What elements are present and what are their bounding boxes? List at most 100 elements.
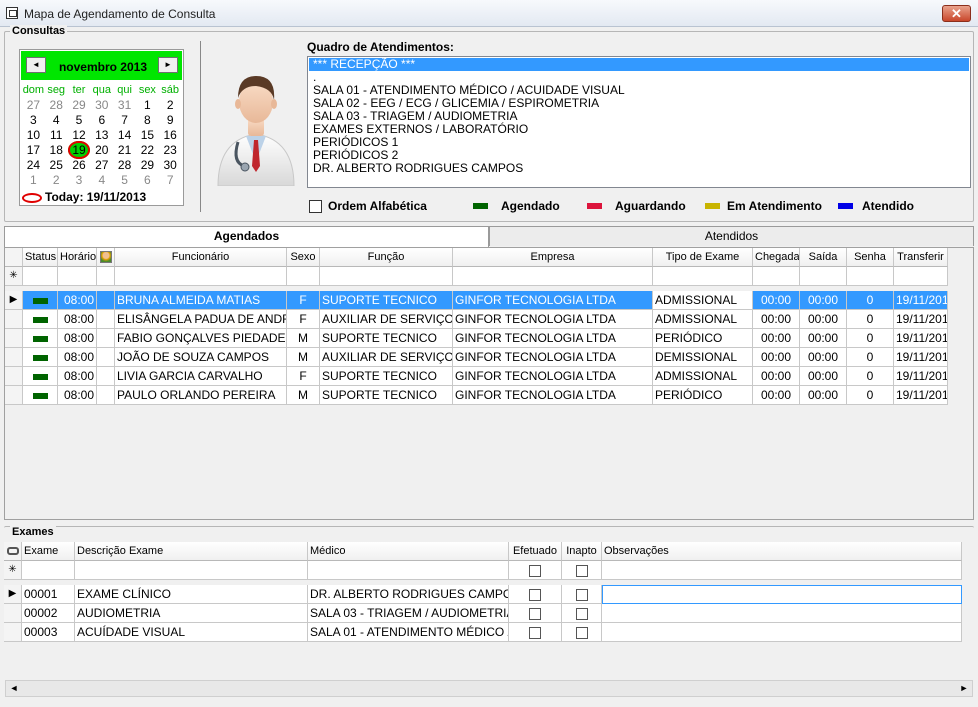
column-header-saida[interactable]: Saída xyxy=(800,248,847,267)
cell-tipo[interactable]: PERIÓDICO xyxy=(653,329,753,348)
column-header-efetuado[interactable]: Efetuado xyxy=(509,542,562,561)
cell-saida[interactable]: 00:00 xyxy=(800,367,847,386)
calendar-day[interactable]: 28 xyxy=(113,158,136,173)
column-header-inapto[interactable]: Inapto xyxy=(562,542,602,561)
calendar-day[interactable]: 4 xyxy=(90,173,113,188)
cell-chegada[interactable]: 00:00 xyxy=(753,367,800,386)
cell-horario[interactable]: 08:00 xyxy=(58,386,97,405)
new-row-cell[interactable] xyxy=(847,267,894,286)
calendar-day[interactable]: 31 xyxy=(113,98,136,113)
calendar-day[interactable]: 27 xyxy=(22,98,45,113)
cell-transferir[interactable]: 19/11/2013 xyxy=(894,386,948,405)
new-row-cell[interactable] xyxy=(453,267,653,286)
quadro-list-item[interactable]: PERIÓDICOS 1 xyxy=(309,136,969,149)
column-header-exame[interactable]: Exame xyxy=(22,542,75,561)
cell-funcionario[interactable]: LIVIA GARCIA CARVALHO xyxy=(115,367,287,386)
new-row-cell[interactable] xyxy=(97,267,115,286)
calendar-day[interactable]: 8 xyxy=(136,113,159,128)
binoculars-icon[interactable] xyxy=(4,542,22,561)
cell-saida[interactable]: 00:00 xyxy=(800,348,847,367)
cell-chegada[interactable]: 00:00 xyxy=(753,310,800,329)
cell-photo[interactable] xyxy=(97,367,115,386)
prev-month-button[interactable]: ◄ xyxy=(26,57,46,73)
cell-efetuado[interactable] xyxy=(509,623,562,642)
new-row-cell[interactable] xyxy=(75,561,308,580)
calendar-day[interactable]: 10 xyxy=(22,128,45,143)
cell-funcionario[interactable]: FABIO GONÇALVES PIEDADE xyxy=(115,329,287,348)
cell-photo[interactable] xyxy=(97,329,115,348)
calendar-day[interactable]: 16 xyxy=(159,128,182,143)
cell-efetuado[interactable] xyxy=(509,604,562,623)
cell-chegada[interactable]: 00:00 xyxy=(753,348,800,367)
cell-photo[interactable] xyxy=(97,348,115,367)
cell-sexo[interactable]: F xyxy=(287,310,320,329)
quadro-list-item[interactable]: EXAMES EXTERNOS / LABORATÓRIO xyxy=(309,123,969,136)
calendar-day[interactable]: 17 xyxy=(22,143,45,158)
calendar-day[interactable]: 2 xyxy=(159,98,182,113)
cell-saida[interactable]: 00:00 xyxy=(800,291,847,310)
calendar-day[interactable]: 30 xyxy=(90,98,113,113)
quadro-list-item[interactable]: DR. ALBERTO RODRIGUES CAMPOS xyxy=(309,162,969,175)
new-row-cell[interactable] xyxy=(800,267,847,286)
cell-sexo[interactable]: F xyxy=(287,291,320,310)
cell-senha[interactable]: 0 xyxy=(847,367,894,386)
calendar-day[interactable]: 4 xyxy=(45,113,68,128)
cell-observacoes[interactable] xyxy=(602,604,962,623)
cell-horario[interactable]: 08:00 xyxy=(58,291,97,310)
calendar-day[interactable]: 9 xyxy=(159,113,182,128)
column-header-medico[interactable]: Médico xyxy=(308,542,509,561)
cell-senha[interactable]: 0 xyxy=(847,291,894,310)
cell-funcao[interactable]: SUPORTE TECNICO xyxy=(320,329,453,348)
calendar-day[interactable]: 7 xyxy=(159,173,182,188)
calendar-day[interactable]: 20 xyxy=(90,143,113,158)
new-row-cell[interactable] xyxy=(115,267,287,286)
cell-chegada[interactable]: 00:00 xyxy=(753,386,800,405)
column-header-descricao[interactable]: Descrição Exame xyxy=(75,542,308,561)
calendar-day[interactable]: 13 xyxy=(90,128,113,143)
cell-horario[interactable]: 08:00 xyxy=(58,329,97,348)
column-header-funcao[interactable]: Função xyxy=(320,248,453,267)
table-row[interactable]: 08:00 LIVIA GARCIA CARVALHO F SUPORTE TECNI… xyxy=(5,367,948,386)
exames-grid[interactable]: Exame Descrição Exame Médico Efetuado Inapto… xyxy=(4,542,974,678)
column-header-funcionario[interactable]: Funcionário xyxy=(115,248,287,267)
calendar-day[interactable]: 23 xyxy=(159,143,182,158)
cell-saida[interactable]: 00:00 xyxy=(800,310,847,329)
quadro-list-item[interactable]: *** RECEPÇÃO *** xyxy=(309,58,969,71)
cell-transferir[interactable]: 19/11/2013 xyxy=(894,348,948,367)
efetuado-checkbox[interactable] xyxy=(529,626,541,639)
quadro-list[interactable]: *** RECEPÇÃO ***. SALA 01 - ATENDIMENTO M… xyxy=(307,56,971,188)
cell-empresa[interactable]: GINFOR TECNOLOGIA LTDA xyxy=(453,386,653,405)
table-row[interactable]: ▶ 08:00 BRUNA ALMEIDA MATIAS F SUPORTE TECNI… xyxy=(5,291,948,310)
cell-tipo[interactable]: ADMISSIONAL xyxy=(653,291,753,310)
cell-senha[interactable]: 0 xyxy=(847,386,894,405)
cell-medico[interactable]: SALA 01 - ATENDIMENTO MÉDICO / ... xyxy=(308,623,509,642)
cell-tipo[interactable]: ADMISSIONAL xyxy=(653,367,753,386)
cell-empresa[interactable]: GINFOR TECNOLOGIA LTDA xyxy=(453,310,653,329)
table-row[interactable]: 08:00 FABIO GONÇALVES PIEDADE M SUPORTE TEC… xyxy=(5,329,948,348)
scroll-right-icon[interactable]: ► xyxy=(956,681,972,696)
table-row[interactable]: ▶ 00001 EXAME CLÍNICO DR. ALBERTO RODRIGUES… xyxy=(4,585,962,604)
cell-transferir[interactable]: 19/11/2013 xyxy=(894,310,948,329)
cell-medico[interactable]: DR. ALBERTO RODRIGUES CAMPOS xyxy=(308,585,509,604)
calendar[interactable]: ◄ novembro 2013 ► dom seg ter qua qui sex sáb 2… xyxy=(19,49,184,206)
agendados-grid[interactable]: Status Horário Funcionário Sexo Função Empres… xyxy=(4,247,974,520)
cell-horario[interactable]: 08:00 xyxy=(58,367,97,386)
cell-transferir[interactable]: 19/11/2013 xyxy=(894,367,948,386)
calendar-day[interactable]: 11 xyxy=(45,128,68,143)
cell-sexo[interactable]: F xyxy=(287,367,320,386)
calendar-today[interactable]: Today: 19/11/2013 xyxy=(22,190,146,204)
cell-empresa[interactable]: GINFOR TECNOLOGIA LTDA xyxy=(453,348,653,367)
cell-funcionario[interactable]: PAULO ORLANDO PEREIRA xyxy=(115,386,287,405)
calendar-day[interactable]: 25 xyxy=(45,158,68,173)
column-header-observacoes[interactable]: Observações xyxy=(602,542,962,561)
agendados-new-row[interactable]: ✳ xyxy=(5,267,948,286)
cell-chegada[interactable]: 00:00 xyxy=(753,291,800,310)
cell-photo[interactable] xyxy=(97,386,115,405)
efetuado-checkbox[interactable] xyxy=(529,588,541,601)
calendar-day[interactable]: 7 xyxy=(113,113,136,128)
table-row[interactable]: 08:00 JOÃO DE SOUZA CAMPOS M AUXILIAR DE SE… xyxy=(5,348,948,367)
cell-sexo[interactable]: M xyxy=(287,386,320,405)
cell-photo[interactable] xyxy=(97,291,115,310)
cell-observacoes[interactable] xyxy=(602,623,962,642)
cell-senha[interactable]: 0 xyxy=(847,310,894,329)
